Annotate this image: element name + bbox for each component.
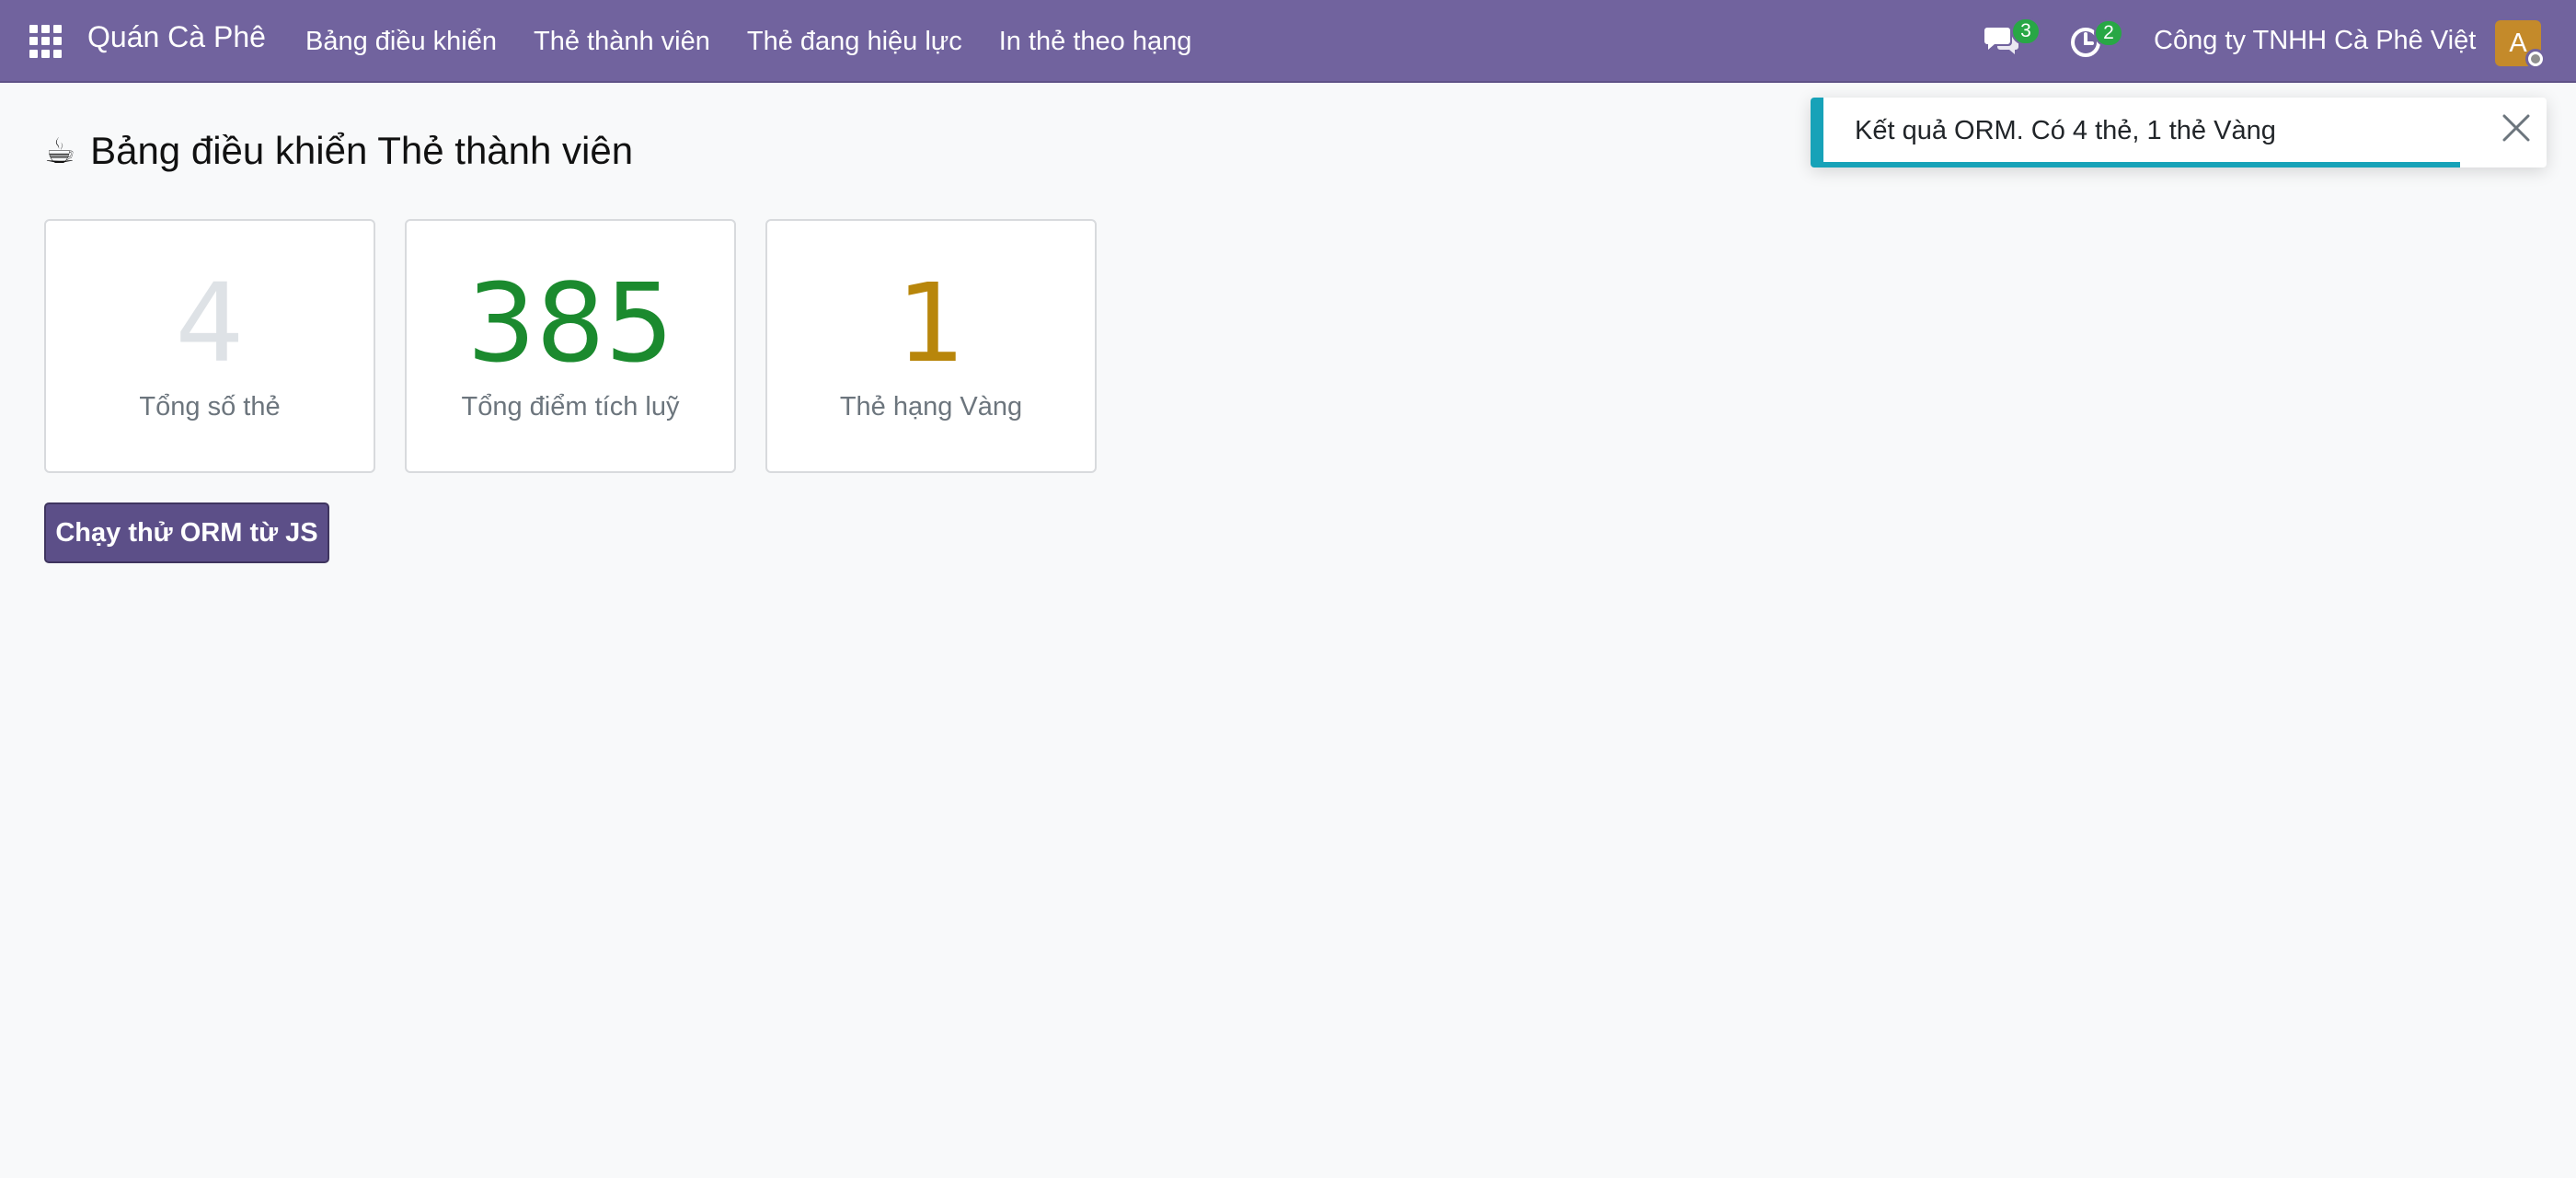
menu-item-member-cards[interactable]: Thẻ thành viên [515, 0, 729, 83]
stat-value: 4 [175, 260, 245, 387]
page-title-text: Bảng điều khiển Thẻ thành viên [90, 129, 634, 172]
stat-value: 385 [466, 260, 674, 387]
presence-status-icon [2525, 49, 2546, 69]
toast-message: Kết quả ORM. Có 4 thẻ, 1 thẻ Vàng [1855, 116, 2276, 145]
close-icon[interactable] [2501, 112, 2532, 144]
page-title: ☕ Bảng điều khiển Thẻ thành viên [44, 129, 633, 173]
stat-card-total-points: 385 Tổng điểm tích luỹ [405, 219, 736, 473]
main-menu: Bảng điều khiển Thẻ thành viên Thẻ đang … [287, 0, 1210, 83]
chat-count-badge: 3 [2011, 17, 2041, 45]
stat-card-gold-tier: 1 Thẻ hạng Vàng [765, 219, 1097, 473]
stat-value: 1 [896, 260, 966, 387]
stat-card-total-cards: 4 Tổng số thẻ [44, 219, 375, 473]
coffee-cup-icon: ☕ [44, 132, 76, 171]
stat-label: Tổng số thẻ [139, 392, 281, 422]
menu-item-print-by-tier[interactable]: In thẻ theo hạng [981, 0, 1211, 83]
app-brand[interactable]: Quán Cà Phê [87, 20, 266, 54]
toast-progress-bar [1823, 162, 2460, 167]
apps-grid-icon[interactable] [29, 25, 63, 58]
activity-count-badge: 2 [2094, 19, 2123, 47]
menu-item-dashboard[interactable]: Bảng điều khiển [287, 0, 515, 83]
run-orm-button[interactable]: Chạy thử ORM từ JS [44, 502, 329, 563]
notification-toast: Kết quả ORM. Có 4 thẻ, 1 thẻ Vàng [1811, 98, 2547, 167]
company-switcher[interactable]: Công ty TNHH Cà Phê Việt [2154, 26, 2476, 56]
top-navbar: Quán Cà Phê Bảng điều khiển Thẻ thành vi… [0, 0, 2576, 83]
stat-label: Tổng điểm tích luỹ [461, 392, 680, 422]
menu-item-active-cards[interactable]: Thẻ đang hiệu lực [729, 0, 981, 83]
stat-label: Thẻ hạng Vàng [839, 392, 1023, 422]
